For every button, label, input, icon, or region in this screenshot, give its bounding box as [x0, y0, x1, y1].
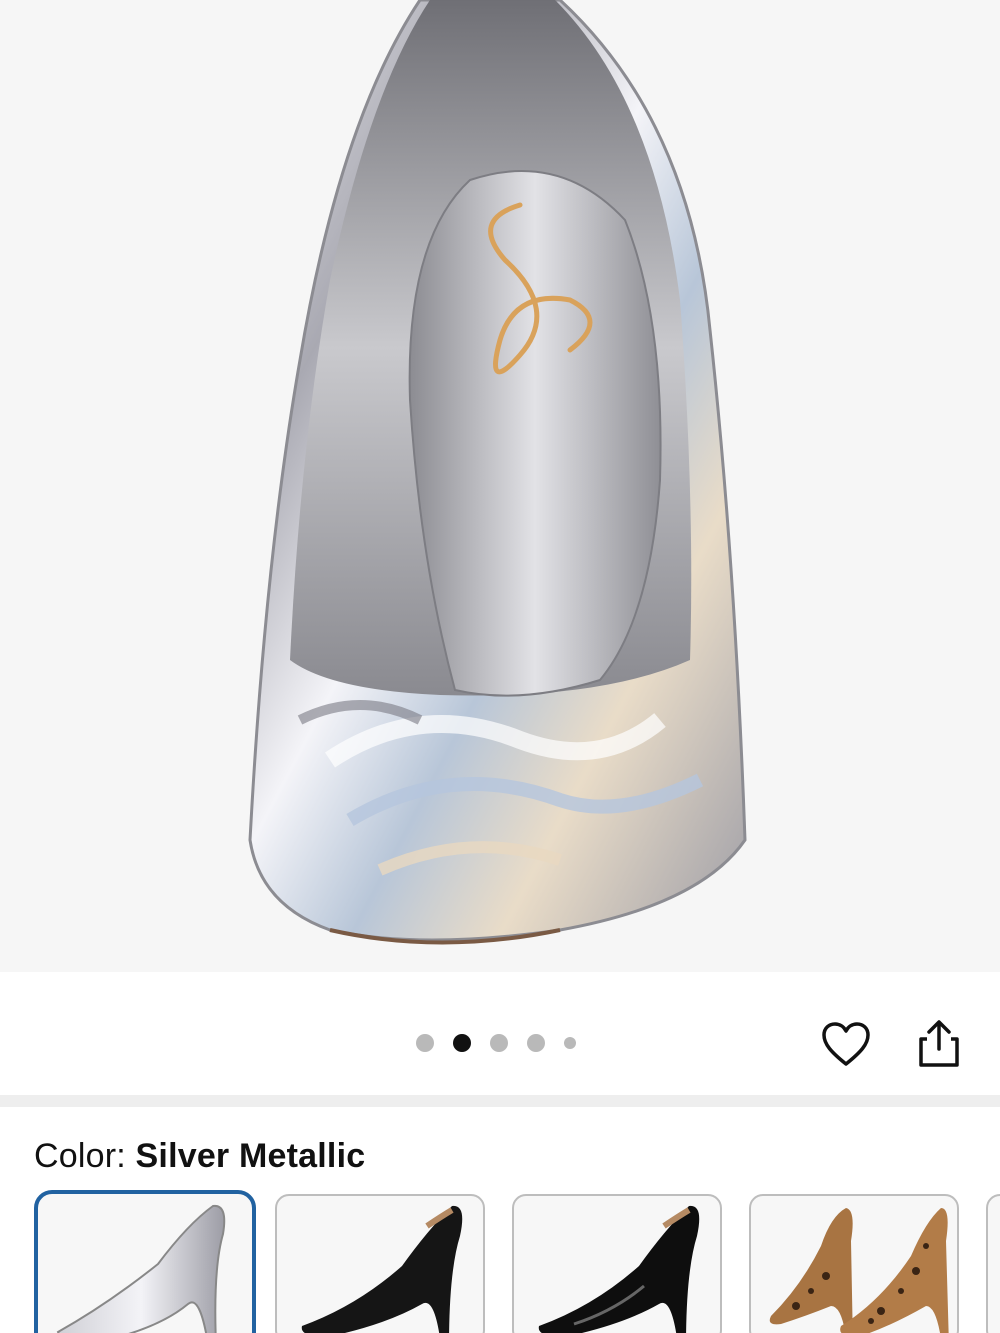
wishlist-button[interactable]	[818, 1016, 874, 1072]
heart-outline-icon	[822, 1022, 870, 1066]
carousel-dot[interactable]	[527, 1034, 545, 1052]
color-selection-label: Color: Silver Metallic	[34, 1137, 365, 1176]
swatch-silver-metallic[interactable]	[34, 1190, 256, 1333]
shoe-thumbnail	[538, 1205, 700, 1333]
carousel-dot[interactable]	[490, 1034, 508, 1052]
carousel-dot[interactable]	[416, 1034, 434, 1052]
color-label: Color:	[34, 1137, 136, 1175]
product-image[interactable]	[0, 0, 1000, 972]
section-divider	[0, 1095, 1000, 1107]
share-button[interactable]	[911, 1016, 967, 1072]
carousel-indicator	[416, 1031, 576, 1055]
carousel-dot[interactable]	[564, 1037, 576, 1049]
swatch-leopard[interactable]	[749, 1194, 959, 1333]
carousel-dot-active[interactable]	[453, 1034, 471, 1052]
selected-color-value: Silver Metallic	[135, 1137, 366, 1175]
swatch-partial[interactable]	[986, 1194, 1000, 1333]
color-swatch-list	[34, 1190, 1000, 1333]
swatch-black-suede[interactable]	[275, 1194, 485, 1333]
shoe-thumbnail	[56, 1204, 226, 1333]
shoe-thumbnail	[301, 1205, 463, 1333]
share-icon	[919, 1020, 959, 1067]
swatch-black-leather[interactable]	[512, 1194, 722, 1333]
shoe-thumbnail	[769, 1208, 949, 1333]
